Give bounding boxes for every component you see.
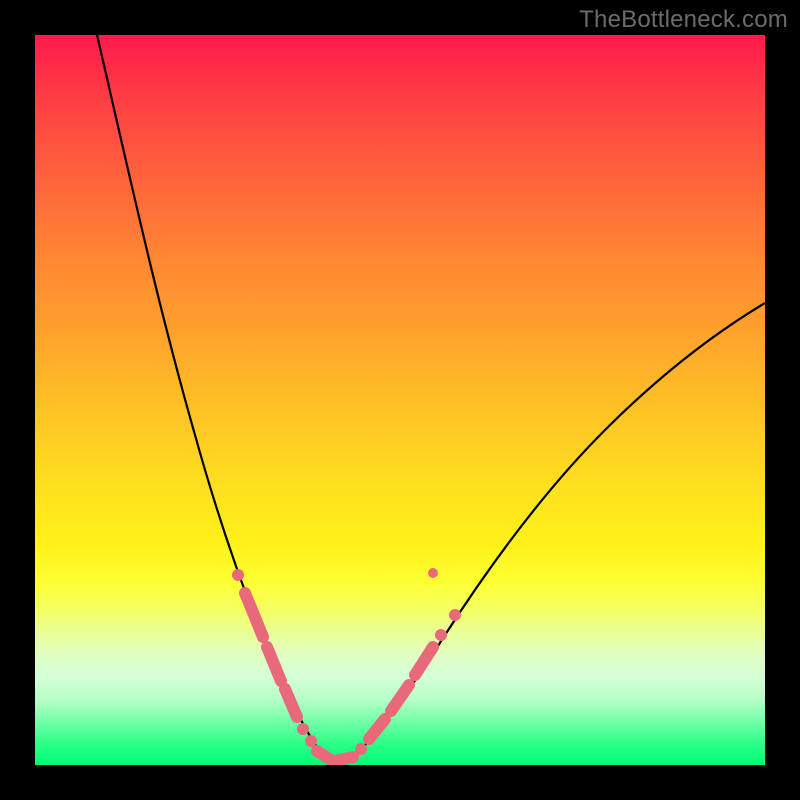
chart-frame: TheBottleneck.com [0,0,800,800]
pink-segment [245,593,263,637]
pink-bead [232,569,244,581]
pink-bead [449,609,461,621]
pink-segment [391,685,409,711]
pink-segment [317,751,331,760]
pink-segment [415,647,433,675]
pink-bead [305,735,317,747]
pink-bead [435,629,447,641]
pink-overlay-left [232,569,317,747]
watermark-text: TheBottleneck.com [579,6,788,34]
pink-bead [297,723,309,735]
plot-area [35,35,765,765]
pink-bead [355,743,367,755]
curve-left-branch [97,35,335,762]
pink-bead [428,568,438,578]
pink-segment [267,647,281,681]
pink-segment [335,757,353,761]
pink-overlay-right [355,568,461,755]
pink-segment [369,719,385,739]
pink-overlay-bottom [317,751,353,761]
chart-svg [35,35,765,765]
pink-segment [285,689,297,717]
